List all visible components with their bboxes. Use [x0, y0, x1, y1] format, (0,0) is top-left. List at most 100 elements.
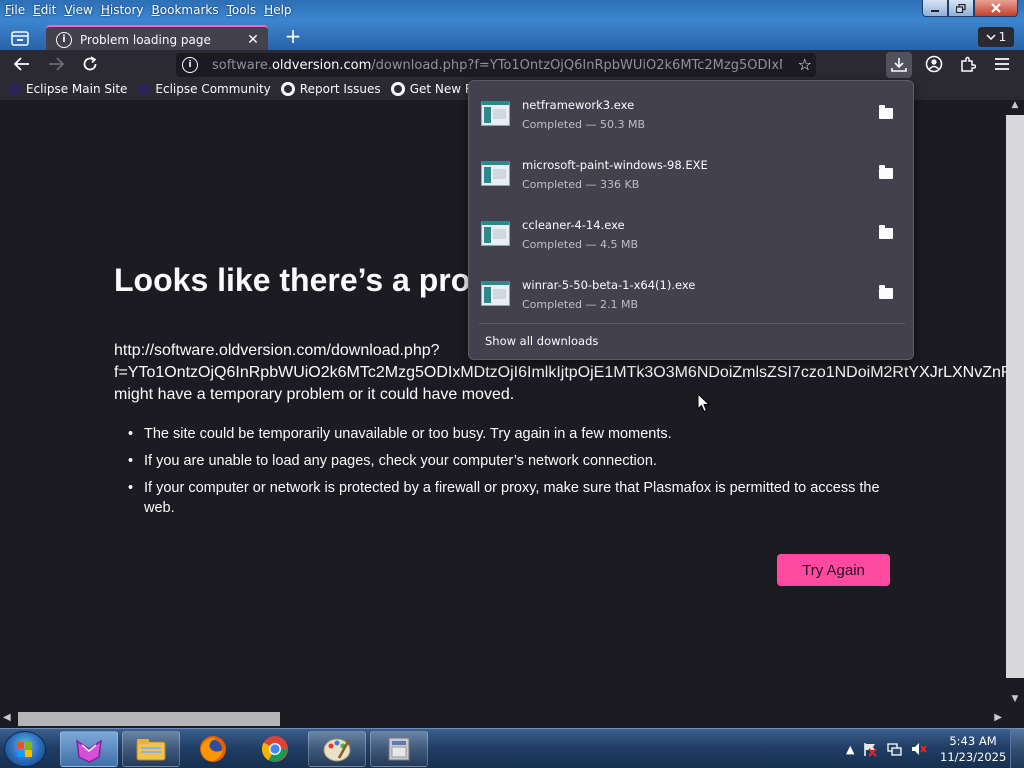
error-suffix: might have a temporary problem or it cou…: [114, 386, 515, 403]
taskbar-explorer[interactable]: [122, 731, 180, 767]
maximize-button[interactable]: [948, 0, 974, 17]
downloads-panel: netframework3.exe Completed — 50.3 MB mi…: [468, 80, 914, 360]
horizontal-scroll-thumb[interactable]: [18, 712, 280, 726]
bookmark-label: Eclipse Main Site: [26, 82, 128, 96]
vertical-scrollbar[interactable]: ▲ ▼: [1006, 100, 1024, 712]
show-all-downloads-link[interactable]: Show all downloads: [485, 334, 598, 348]
close-tab-icon[interactable]: ✕: [246, 32, 260, 48]
list-item: The site could be temporarily unavailabl…: [128, 424, 888, 444]
folder-icon[interactable]: [879, 285, 893, 299]
reload-button[interactable]: [78, 52, 102, 76]
vertical-scroll-thumb[interactable]: [1006, 115, 1024, 678]
download-status: Completed — 4.5 MB: [522, 238, 639, 251]
menu-edit[interactable]: Edit: [28, 3, 59, 17]
taskbar-firefox[interactable]: [184, 731, 242, 767]
download-filename: netframework3.exe: [522, 98, 635, 112]
menu-file[interactable]: File: [0, 3, 28, 17]
exe-file-icon: [481, 221, 510, 246]
url-host: oldversion.com: [271, 57, 372, 73]
info-icon: i: [56, 31, 72, 48]
error-suggestions: The site could be temporarily unavailabl…: [128, 424, 888, 525]
chevron-down-icon: [986, 34, 996, 40]
bookmark-label: Eclipse Community: [155, 82, 271, 96]
folder-icon[interactable]: [879, 225, 893, 239]
horizontal-scrollbar[interactable]: ◀ ▶: [0, 712, 1006, 728]
taskbar-installer[interactable]: [370, 731, 428, 767]
download-item[interactable]: netframework3.exe Completed — 50.3 MB: [469, 83, 913, 141]
installer-icon: [388, 737, 410, 761]
close-window-button[interactable]: [974, 0, 1018, 17]
scroll-down-arrow-icon[interactable]: ▼: [1006, 694, 1024, 708]
folder-icon[interactable]: [879, 165, 893, 179]
show-hidden-icons-icon[interactable]: ▲: [846, 743, 854, 756]
site-info-icon[interactable]: i: [182, 57, 198, 73]
network-icon[interactable]: [886, 741, 903, 757]
menu-tools[interactable]: Tools: [222, 3, 260, 17]
minimize-button[interactable]: [922, 0, 948, 17]
clock-date: 11/23/2025: [940, 750, 1007, 764]
menu-history[interactable]: History: [96, 3, 147, 17]
show-desktop-button[interactable]: [1010, 729, 1024, 768]
list-all-tabs-button[interactable]: 1: [978, 27, 1014, 47]
folder-icon[interactable]: [879, 105, 893, 119]
back-button[interactable]: [10, 52, 34, 76]
windows-logo-icon: [17, 742, 33, 758]
taskbar-plasmafox[interactable]: [60, 731, 118, 767]
action-center-flag-icon[interactable]: [862, 741, 878, 757]
bookmark-star-icon[interactable]: ☆: [798, 55, 812, 74]
menu-view[interactable]: View: [59, 3, 95, 17]
url-text[interactable]: software.oldversion.com/download.php?f=Y…: [212, 58, 782, 73]
hamburger-menu-icon: [995, 58, 1009, 70]
error-url-line-2: f=YTo1OntzOjQ6InRpbWUiO2k6MTc2Mzg5ODIxMD…: [114, 364, 1006, 381]
download-item[interactable]: microsoft-paint-windows-98.EXE Completed…: [469, 143, 913, 201]
tab-active[interactable]: i Problem loading page ✕: [46, 25, 268, 52]
close-icon: [991, 3, 1001, 13]
account-icon: [925, 55, 943, 73]
bookmark-eclipse-main-site[interactable]: Eclipse Main Site: [8, 82, 127, 96]
bookmark-report-issues[interactable]: Report Issues: [280, 82, 381, 96]
download-item[interactable]: winrar-5-50-beta-1-x64(1).exe Completed …: [469, 263, 913, 321]
exe-file-icon: [481, 101, 510, 126]
github-icon: [280, 82, 295, 96]
folder-explorer-icon: [136, 739, 166, 761]
extensions-button[interactable]: [956, 52, 980, 76]
tab-strip: i Problem loading page ✕ + 1: [0, 24, 1024, 52]
bookmark-eclipse-community[interactable]: Eclipse Community: [137, 82, 271, 96]
download-status: Completed — 2.1 MB: [522, 298, 639, 311]
try-again-button[interactable]: Try Again: [777, 554, 890, 586]
exe-file-icon: [481, 281, 510, 306]
menu-bookmarks[interactable]: Bookmarks: [147, 3, 222, 17]
app-menu-button[interactable]: [990, 52, 1014, 76]
eclipse-icon: [137, 82, 151, 96]
firefox-icon: [200, 736, 226, 762]
download-filename: winrar-5-50-beta-1-x64(1).exe: [522, 278, 696, 292]
divider: [479, 323, 905, 324]
scroll-right-arrow-icon[interactable]: ▶: [994, 712, 1002, 723]
url-bar[interactable]: i software.oldversion.com/download.php?f…: [176, 53, 816, 77]
forward-button[interactable]: [44, 52, 68, 76]
taskbar-clock[interactable]: 5:43 AM 11/23/2025: [940, 733, 1006, 765]
restore-icon: [956, 3, 966, 13]
menu-help[interactable]: Help: [259, 3, 294, 17]
bookmark-label: Report Issues: [299, 82, 381, 96]
eclipse-icon: [8, 82, 21, 96]
firefox-view-button[interactable]: [6, 26, 34, 50]
downloads-button[interactable]: [886, 52, 912, 78]
new-tab-button[interactable]: +: [282, 26, 304, 48]
download-item[interactable]: ccleaner-4-14.exe Completed — 4.5 MB: [469, 203, 913, 261]
window-controls: [922, 0, 1018, 18]
clock-time: 5:43 AM: [949, 734, 997, 748]
exe-file-icon: [481, 161, 510, 186]
chrome-icon: [261, 736, 288, 762]
volume-muted-icon[interactable]: [910, 741, 928, 757]
github-icon: [390, 82, 405, 96]
scroll-left-arrow-icon[interactable]: ◀: [3, 712, 11, 723]
scroll-up-arrow-icon[interactable]: ▲: [1006, 100, 1024, 114]
try-again-label: Try Again: [802, 561, 865, 579]
start-button[interactable]: [4, 731, 46, 767]
url-path: /download.php?f=YTo1OntzOjQ6InRpbWUiO2k6…: [371, 57, 782, 73]
account-button[interactable]: [922, 52, 946, 76]
minimize-icon: [931, 10, 939, 12]
taskbar-chrome[interactable]: [246, 731, 304, 767]
taskbar-paint[interactable]: [308, 731, 366, 767]
